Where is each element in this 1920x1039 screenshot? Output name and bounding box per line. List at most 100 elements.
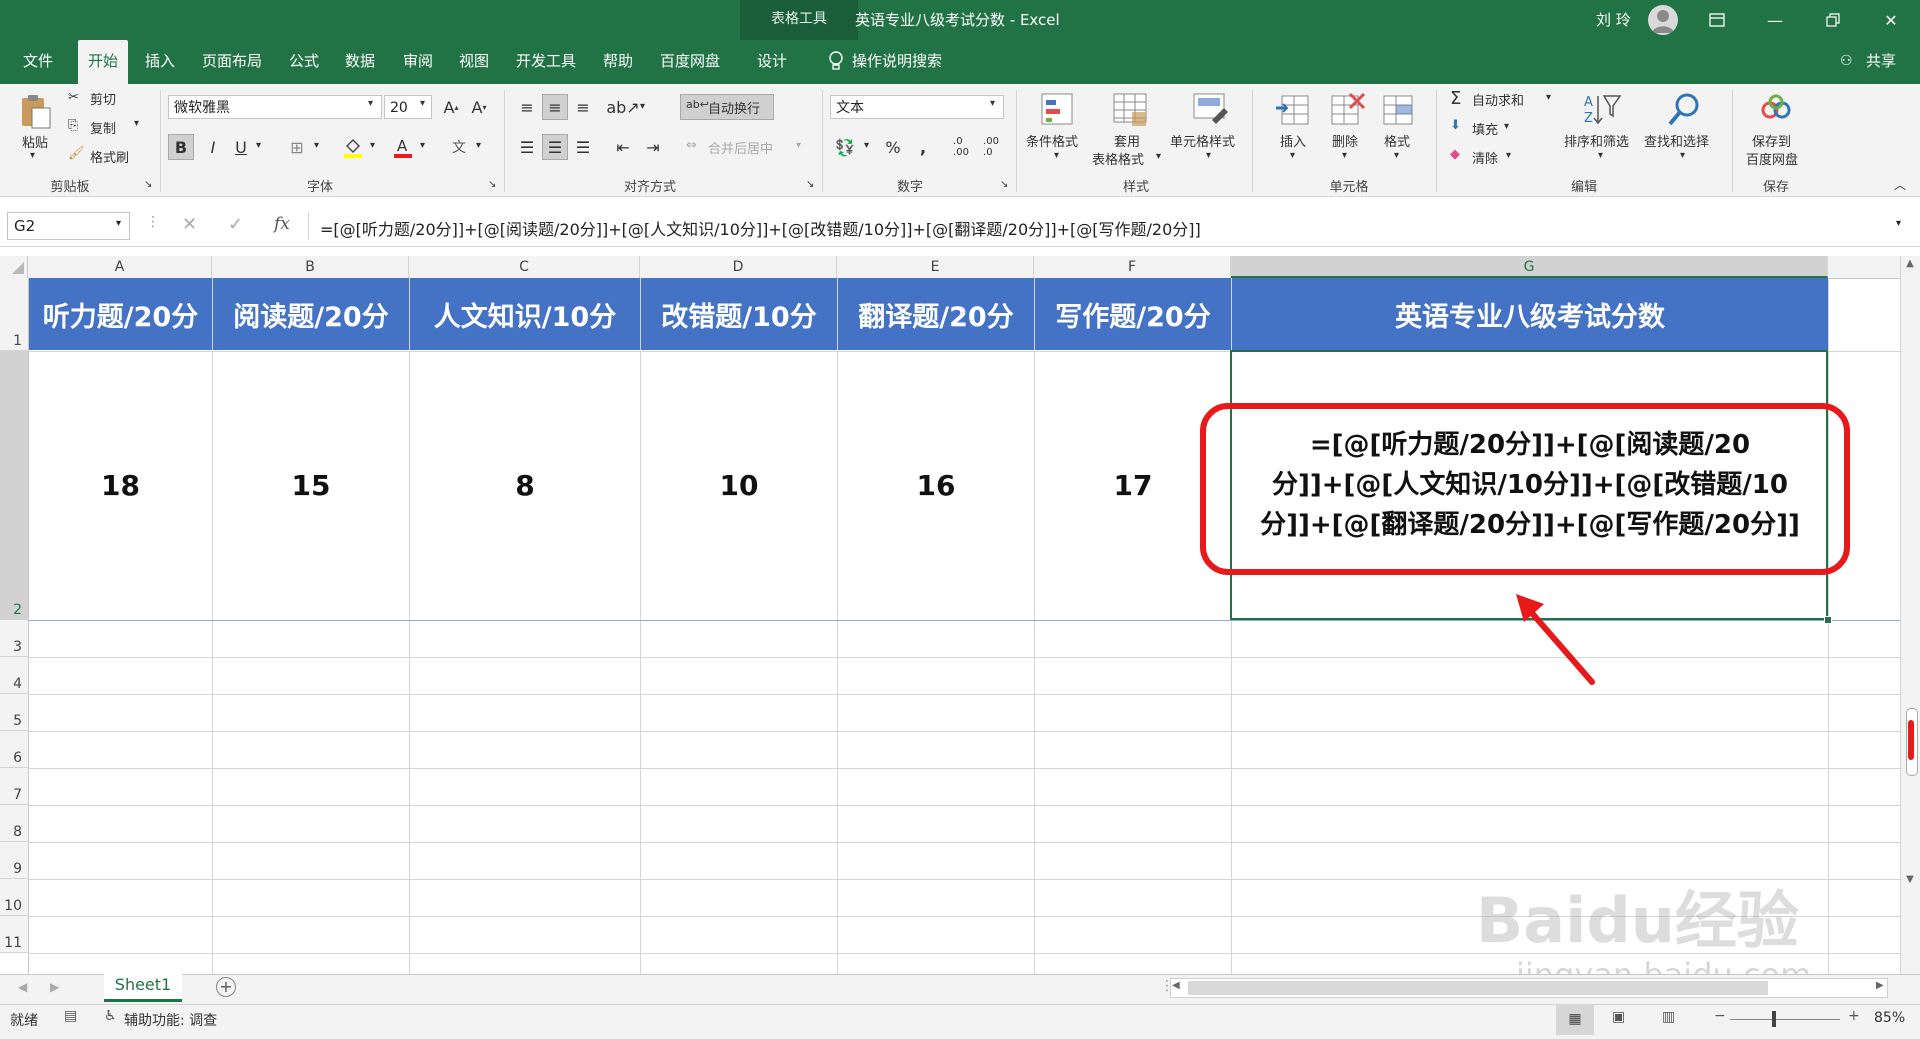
close-icon[interactable]: ✕ — [1868, 0, 1914, 40]
number-launcher-icon[interactable]: ↘ — [1000, 179, 1008, 190]
font-size-dropdown-icon[interactable]: ▾ — [420, 98, 425, 109]
tab-review[interactable]: 审阅 — [398, 40, 438, 84]
format-as-table-dropdown-icon[interactable]: ▾ — [1156, 151, 1161, 162]
insert-function-icon[interactable]: fx — [274, 214, 290, 234]
accessibility-icon[interactable]: ♿ — [104, 1008, 117, 1024]
tab-formulas[interactable]: 公式 — [284, 40, 324, 84]
cancel-entry-icon[interactable]: ✕ — [182, 214, 197, 235]
format-cells-icon[interactable] — [1378, 90, 1418, 130]
conditional-format-dropdown-icon[interactable]: ▾ — [1054, 150, 1059, 161]
clear-dropdown-icon[interactable]: ▾ — [1506, 150, 1511, 161]
decrease-font-icon[interactable]: A ▾ — [466, 94, 492, 120]
cell-c2[interactable]: 8 — [410, 351, 640, 619]
row-header-8[interactable]: 8 — [0, 805, 28, 842]
paste-label[interactable]: 粘贴 — [22, 132, 48, 151]
merge-dropdown-icon[interactable]: ▾ — [796, 140, 801, 151]
split-handle[interactable]: ⋮ — [1160, 978, 1174, 998]
row-header-6[interactable]: 6 — [0, 731, 28, 768]
insert-cells-icon[interactable] — [1274, 90, 1314, 130]
conditional-format-icon[interactable] — [1038, 90, 1078, 130]
cut-small-icon[interactable]: ✂ — [68, 90, 79, 105]
column-header-g[interactable]: G — [1231, 256, 1828, 278]
phonetic-dropdown-icon[interactable]: ▾ — [476, 140, 481, 151]
row-header-4[interactable]: 4 — [0, 657, 28, 694]
tab-home[interactable]: 开始 — [78, 40, 128, 84]
autosum-button[interactable]: 自动求和 — [1472, 90, 1524, 109]
collapse-ribbon-icon[interactable]: ︿ — [1894, 176, 1906, 193]
share-icon[interactable]: ⚇ — [1840, 53, 1853, 69]
expand-formula-bar-icon[interactable]: ▾ — [1896, 218, 1901, 229]
accounting-dropdown-icon[interactable]: ▾ — [864, 140, 869, 151]
paste-dropdown-icon[interactable]: ▾ — [30, 150, 35, 161]
header-cell-error-correction[interactable]: 改错题/10分 — [641, 278, 837, 350]
sort-filter-icon[interactable]: AZ — [1582, 90, 1622, 130]
align-right-icon[interactable]: ☰ — [570, 134, 596, 160]
bold-button[interactable]: B — [168, 134, 194, 160]
macro-record-icon[interactable]: ▤ — [64, 1008, 77, 1024]
font-launcher-icon[interactable]: ↘ — [488, 179, 496, 190]
zoom-level[interactable]: 85% — [1874, 1010, 1905, 1026]
font-color-icon[interactable]: A — [390, 134, 416, 160]
header-cell-translation[interactable]: 翻译题/20分 — [838, 278, 1034, 350]
number-format-select[interactable]: 文本 — [830, 95, 1004, 119]
insert-cells-dropdown-icon[interactable]: ▾ — [1290, 150, 1295, 161]
format-painter-button[interactable]: 格式刷 — [90, 147, 129, 166]
copy-dropdown-icon[interactable]: ▾ — [134, 118, 139, 129]
copy-icon[interactable]: ⎘ — [68, 118, 78, 133]
number-format-dropdown-icon[interactable]: ▾ — [990, 98, 995, 109]
increase-font-icon[interactable]: A ▴ — [438, 94, 464, 120]
find-select-button[interactable]: 查找和选择 — [1644, 131, 1709, 150]
underline-button[interactable]: U — [228, 134, 254, 160]
paste-icon[interactable] — [16, 92, 56, 132]
share-button[interactable]: 共享 — [1856, 40, 1906, 84]
tab-data[interactable]: 数据 — [340, 40, 380, 84]
header-cell-humanities[interactable]: 人文知识/10分 — [410, 278, 640, 350]
orientation-icon[interactable]: ab↗ — [606, 94, 639, 120]
italic-button[interactable]: I — [200, 134, 226, 160]
clear-button[interactable]: 清除 — [1472, 148, 1498, 167]
fill-color-icon[interactable] — [340, 134, 366, 160]
format-as-table-label-1[interactable]: 套用 — [1114, 131, 1140, 150]
restore-icon[interactable] — [1810, 0, 1856, 40]
decrease-decimal-icon[interactable]: .00.0 — [978, 134, 1004, 160]
tell-me-search[interactable]: 操作说明搜索 — [852, 40, 962, 84]
cell-styles-icon[interactable] — [1190, 90, 1230, 130]
delete-cells-dropdown-icon[interactable]: ▾ — [1342, 150, 1347, 161]
cell-d2[interactable]: 10 — [641, 351, 837, 619]
confirm-entry-icon[interactable]: ✓ — [228, 214, 243, 235]
zoom-out-icon[interactable]: − — [1714, 1008, 1726, 1024]
autosum-icon[interactable]: Σ — [1450, 88, 1461, 109]
page-break-view-icon[interactable]: ▥ — [1662, 1009, 1675, 1025]
decrease-indent-icon[interactable]: ⇤ — [610, 134, 636, 160]
zoom-slider-thumb[interactable] — [1772, 1011, 1776, 1027]
align-center-icon[interactable]: ☰ — [542, 134, 568, 160]
tab-help[interactable]: 帮助 — [598, 40, 638, 84]
header-cell-writing[interactable]: 写作题/20分 — [1035, 278, 1231, 350]
fill-button[interactable]: 填充 — [1472, 119, 1498, 138]
save-to-baidu-label-2[interactable]: 百度网盘 — [1746, 149, 1798, 168]
scroll-up-icon[interactable]: ▲ — [1902, 258, 1918, 274]
row-header-1[interactable]: 1 — [0, 278, 28, 351]
normal-view-icon[interactable]: ▦ — [1556, 1005, 1594, 1035]
cell-e2[interactable]: 16 — [838, 351, 1034, 619]
font-color-dropdown-icon[interactable]: ▾ — [420, 140, 425, 151]
zoom-slider-track[interactable] — [1730, 1019, 1840, 1020]
format-as-table-icon[interactable] — [1110, 90, 1150, 130]
tab-view[interactable]: 视图 — [454, 40, 494, 84]
format-cells-dropdown-icon[interactable]: ▾ — [1394, 150, 1399, 161]
row-header-3[interactable]: 3 — [0, 620, 28, 657]
borders-icon[interactable]: ⊞ — [284, 134, 310, 160]
align-bottom-icon[interactable]: ≡ — [570, 94, 596, 120]
header-cell-total[interactable]: 英语专业八级考试分数 — [1232, 278, 1828, 350]
baidu-cloud-icon[interactable] — [1756, 90, 1796, 130]
cell-styles-button[interactable]: 单元格样式 — [1170, 131, 1235, 150]
autosum-dropdown-icon[interactable]: ▾ — [1546, 92, 1551, 103]
row-header-7[interactable]: 7 — [0, 768, 28, 805]
sheet-scroll-right-icon[interactable]: ▶ — [50, 980, 59, 994]
format-cells-button[interactable]: 格式 — [1384, 131, 1410, 150]
find-select-dropdown-icon[interactable]: ▾ — [1680, 150, 1685, 161]
clear-icon[interactable]: ◆ — [1450, 147, 1460, 162]
delete-cells-button[interactable]: 删除 — [1332, 131, 1358, 150]
fill-color-dropdown-icon[interactable]: ▾ — [370, 140, 375, 151]
column-header-a[interactable]: A — [28, 256, 212, 278]
